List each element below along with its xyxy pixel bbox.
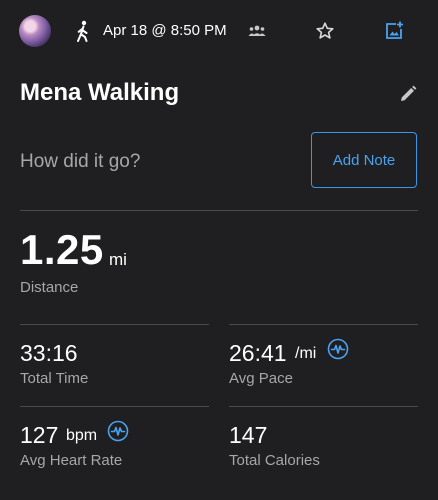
avg-pace-value: 26:41 — [229, 340, 287, 366]
avg-heart-rate-label: Avg Heart Rate — [20, 452, 123, 469]
avg-pace-label: Avg Pace — [229, 370, 293, 387]
total-calories-label: Total Calories — [229, 452, 320, 469]
avatar[interactable] — [19, 15, 51, 47]
activity-datetime: Apr 18 @ 8:50 PM — [103, 22, 227, 39]
total-calories-value: 147 — [229, 422, 268, 448]
top-bar: Apr 18 @ 8:50 PM — [0, 0, 438, 62]
walking-icon — [77, 20, 88, 42]
total-time-label: Total Time — [20, 370, 89, 387]
divider — [20, 406, 209, 407]
activity-title: Mena Walking — [20, 79, 180, 106]
add-photo-icon[interactable] — [384, 20, 404, 40]
distance-label: Distance — [20, 279, 79, 296]
avg-heart-rate-unit: bpm — [66, 427, 98, 444]
divider — [229, 324, 418, 325]
total-time-value: 33:16 — [20, 340, 78, 366]
pulse-chart-icon[interactable] — [107, 420, 129, 442]
star-icon[interactable] — [315, 21, 335, 41]
add-note-button[interactable]: Add Note — [311, 132, 417, 188]
distance-unit: mi — [109, 250, 127, 269]
avg-heart-rate-value: 127 — [20, 422, 59, 448]
avg-pace-unit: /mi — [295, 345, 317, 362]
divider — [229, 406, 418, 407]
group-icon[interactable] — [248, 24, 266, 38]
pulse-chart-icon[interactable] — [327, 338, 349, 360]
divider — [20, 324, 209, 325]
edit-icon[interactable] — [398, 84, 418, 104]
feedback-prompt: How did it go? — [20, 151, 141, 172]
distance-value: 1.25 — [20, 226, 104, 273]
divider — [20, 210, 418, 211]
